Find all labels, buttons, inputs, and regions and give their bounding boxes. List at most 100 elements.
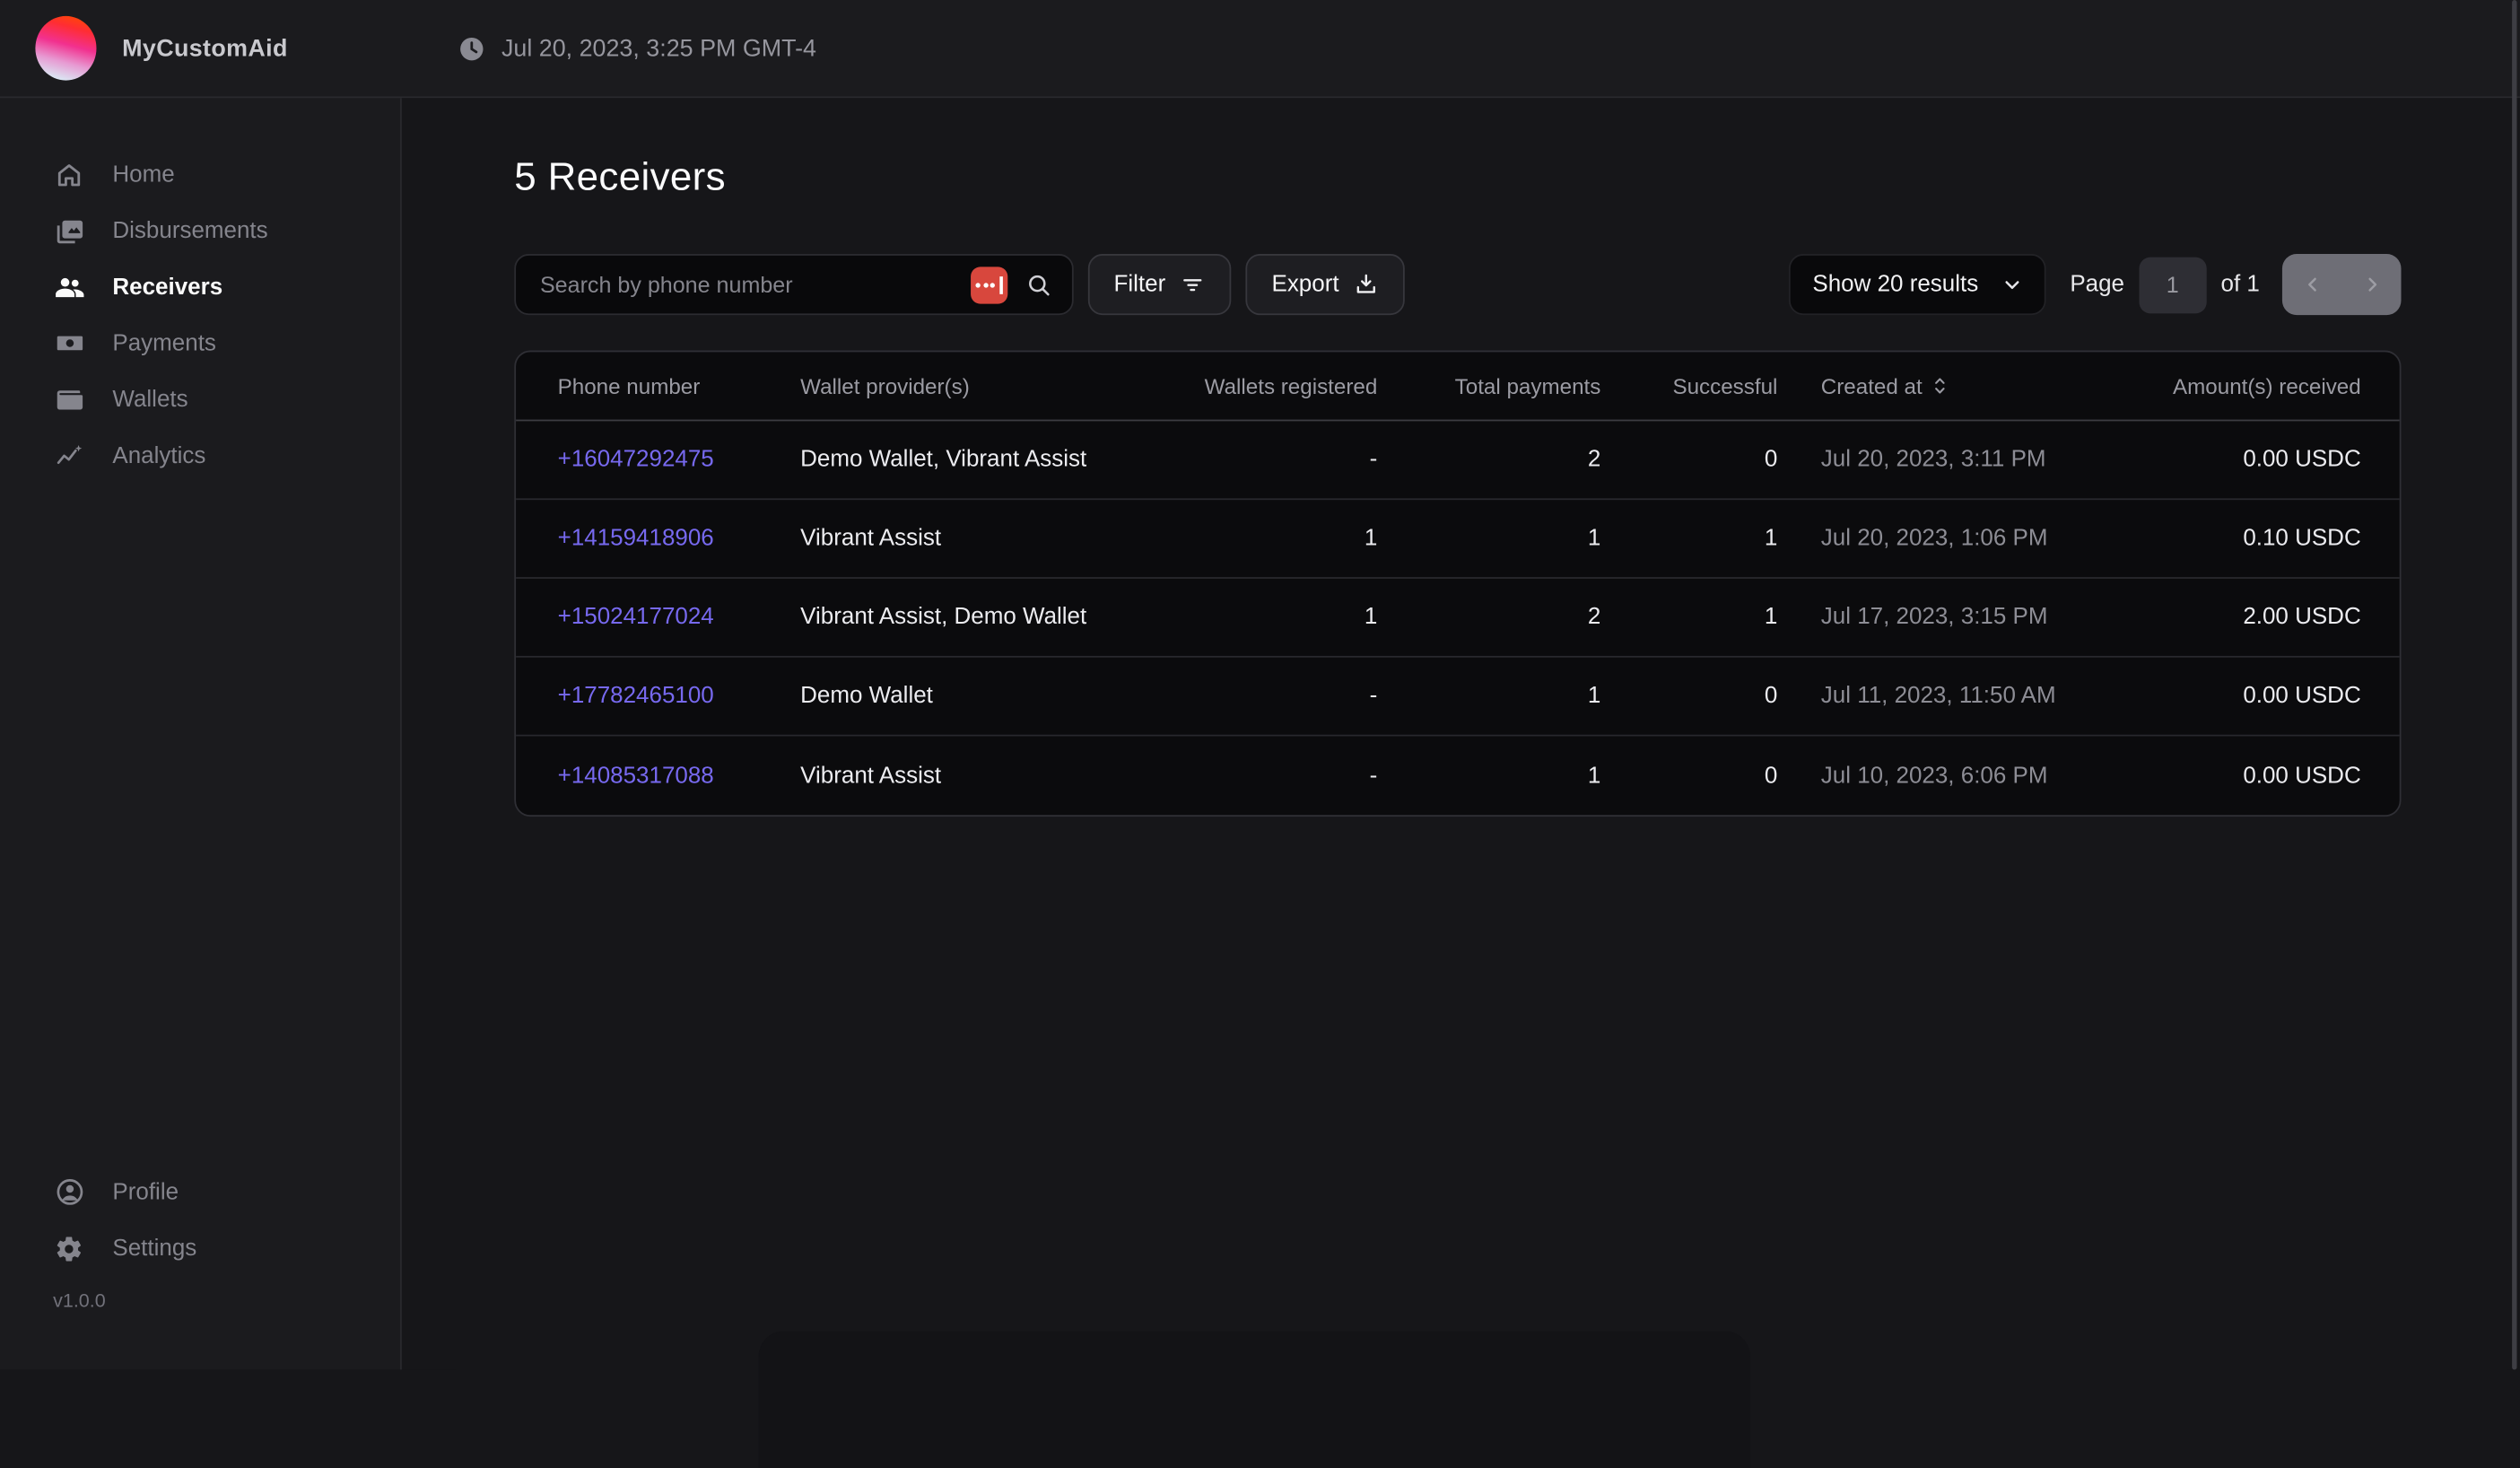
phone-number-link[interactable]: +15024177024 [558, 605, 714, 631]
sidebar-item-disbursements[interactable]: Disbursements [0, 203, 400, 259]
created-at-cell: Jul 20, 2023, 1:06 PM [1777, 526, 2123, 552]
topbar: MyCustomAid Jul 20, 2023, 3:25 PM GMT-4 [0, 0, 2520, 98]
results-per-page-select[interactable]: Show 20 results [1789, 254, 2046, 315]
sidebar-item-label: Settings [112, 1236, 196, 1262]
sidebar-item-payments[interactable]: Payments [0, 315, 400, 371]
successful-cell: 0 [1600, 447, 1777, 473]
sort-icon [1931, 374, 1948, 397]
sidebar-item-label: Profile [112, 1179, 179, 1205]
global-timestamp: Jul 20, 2023, 3:25 PM GMT-4 [458, 35, 816, 62]
settings-gear-icon [53, 1234, 85, 1263]
page-number-input[interactable] [2139, 257, 2206, 313]
sidebar-item-settings[interactable]: Settings [0, 1220, 400, 1277]
search-input[interactable] [536, 270, 971, 299]
main-content: 5 Receivers Filter Export [402, 98, 2520, 1369]
total-payments-cell: 1 [1377, 683, 1600, 709]
sidebar-item-wallets[interactable]: Wallets [0, 371, 400, 428]
page-label: Page [2070, 272, 2124, 298]
amount-received-cell: 0.00 USDC [2123, 447, 2400, 473]
phone-number-link[interactable]: +17782465100 [558, 683, 714, 709]
sidebar-item-label: Home [112, 162, 174, 188]
column-header-total-payments: Total payments [1377, 374, 1600, 398]
sidebar-spacer [0, 484, 400, 1164]
phone-number-link[interactable]: +14085317088 [558, 763, 714, 789]
page-of-label: of 1 [2221, 272, 2260, 298]
sidebar-item-home[interactable]: Home [0, 146, 400, 203]
table-body: +16047292475 Demo Wallet, Vibrant Assist… [516, 421, 2400, 815]
sidebar-item-receivers[interactable]: Receivers [0, 258, 400, 315]
sidebar-item-analytics[interactable]: Analytics [0, 428, 400, 485]
total-payments-cell: 1 [1377, 526, 1600, 552]
amount-received-cell: 0.00 USDC [2123, 683, 2400, 709]
password-manager-icon[interactable] [971, 266, 1007, 302]
created-at-cell: Jul 20, 2023, 3:11 PM [1777, 447, 2123, 473]
home-icon [53, 160, 85, 188]
successful-cell: 0 [1600, 683, 1777, 709]
total-payments-cell: 2 [1377, 447, 1600, 473]
amount-received-cell: 0.00 USDC [2123, 763, 2400, 789]
sidebar-item-label: Wallets [112, 387, 187, 413]
export-button[interactable]: Export [1246, 254, 1405, 315]
disbursements-icon [53, 215, 85, 246]
receivers-icon [53, 271, 85, 303]
table-row: +16047292475 Demo Wallet, Vibrant Assist… [516, 421, 2400, 500]
analytics-icon [53, 441, 85, 471]
wallet-providers-cell: Demo Wallet, Vibrant Assist [800, 447, 1170, 473]
clock-icon [458, 35, 485, 62]
scrollbar[interactable] [2512, 0, 2516, 1369]
profile-icon [53, 1176, 85, 1207]
wallets-registered-cell: - [1170, 683, 1377, 709]
column-header-wallets-registered: Wallets registered [1170, 374, 1377, 398]
sidebar-item-label: Analytics [112, 443, 205, 469]
wallet-providers-cell: Vibrant Assist [800, 763, 1170, 789]
chevron-down-icon [2001, 274, 2023, 296]
column-header-created-at[interactable]: Created at [1777, 374, 2123, 398]
app-window: MyCustomAid Jul 20, 2023, 3:25 PM GMT-4 … [0, 0, 2520, 1369]
pagination-arrows [2282, 254, 2402, 315]
export-button-label: Export [1271, 272, 1338, 298]
next-page-button[interactable] [2341, 274, 2401, 296]
table-header-row: Phone number Wallet provider(s) Wallets … [516, 352, 2400, 421]
bottom-sheet-hint [759, 1331, 1750, 1467]
payments-icon [53, 328, 85, 358]
sidebar-item-label: Disbursements [112, 218, 267, 244]
filter-lines-icon [1180, 272, 1206, 298]
previous-page-button[interactable] [2282, 274, 2341, 296]
table-row: +14159418906 Vibrant Assist 1 1 1 Jul 20… [516, 500, 2400, 579]
successful-cell: 0 [1600, 763, 1777, 789]
search-icon [1025, 271, 1052, 298]
successful-cell: 1 [1600, 605, 1777, 631]
sidebar-item-profile[interactable]: Profile [0, 1164, 400, 1220]
search-box[interactable] [514, 254, 1073, 315]
wallets-registered-cell: 1 [1170, 526, 1377, 552]
results-per-page-label: Show 20 results [1812, 272, 1978, 298]
created-at-cell: Jul 17, 2023, 3:15 PM [1777, 605, 2123, 631]
filter-button-label: Filter [1114, 272, 1166, 298]
wallets-icon [53, 384, 85, 415]
app-version: v1.0.0 [0, 1289, 400, 1315]
column-header-phone: Phone number [516, 374, 800, 398]
brand-logo [35, 16, 96, 81]
table-row: +14085317088 Vibrant Assist - 1 0 Jul 10… [516, 737, 2400, 816]
wallets-registered-cell: - [1170, 763, 1377, 789]
brand-name: MyCustomAid [122, 35, 288, 62]
table-row: +17782465100 Demo Wallet - 1 0 Jul 11, 2… [516, 658, 2400, 737]
total-payments-cell: 1 [1377, 763, 1600, 789]
page-title: 5 Receivers [514, 156, 726, 201]
phone-number-link[interactable]: +14159418906 [558, 526, 714, 552]
created-at-cell: Jul 11, 2023, 11:50 AM [1777, 683, 2123, 709]
wallet-providers-cell: Demo Wallet [800, 683, 1170, 709]
wallets-registered-cell: - [1170, 447, 1377, 473]
table-row: +15024177024 Vibrant Assist, Demo Wallet… [516, 579, 2400, 658]
amount-received-cell: 2.00 USDC [2123, 605, 2400, 631]
phone-number-link[interactable]: +16047292475 [558, 447, 714, 473]
created-at-header-label: Created at [1821, 374, 1923, 398]
successful-cell: 1 [1600, 526, 1777, 552]
wallet-providers-cell: Vibrant Assist [800, 526, 1170, 552]
download-icon [1354, 272, 1380, 298]
sidebar-item-label: Payments [112, 330, 216, 356]
filter-button[interactable]: Filter [1088, 254, 1232, 315]
wallet-providers-cell: Vibrant Assist, Demo Wallet [800, 605, 1170, 631]
sidebar-item-label: Receivers [112, 274, 222, 300]
column-header-amount: Amount(s) received [2123, 374, 2400, 398]
